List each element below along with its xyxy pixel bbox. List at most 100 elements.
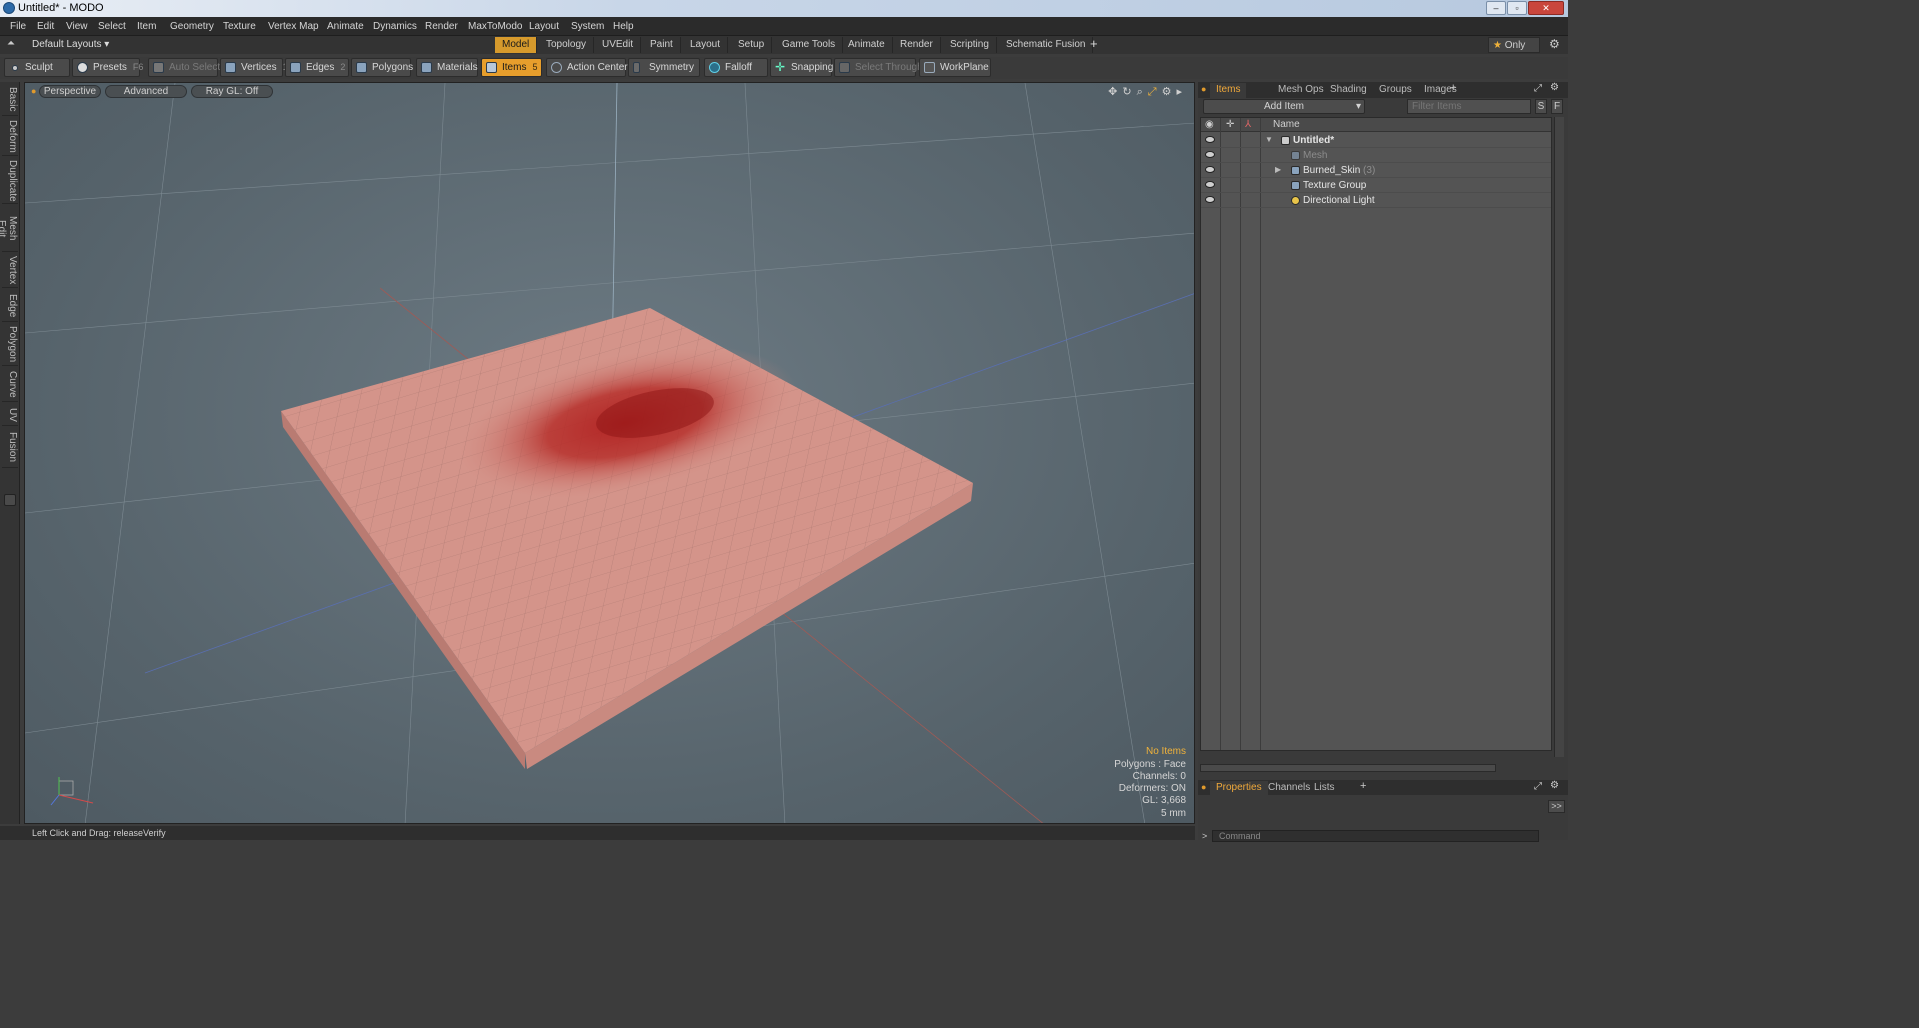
items-button[interactable]: Items 5 (481, 58, 542, 77)
vertices-button[interactable]: Vertices1 (220, 58, 288, 77)
sculpt-button[interactable]: Sculpt (4, 58, 70, 77)
snapping-button[interactable]: ✛ Snapping (770, 58, 833, 77)
menu-texture[interactable]: Texture (223, 21, 256, 32)
menu-animate[interactable]: Animate (327, 21, 364, 32)
tab-mesh-ops[interactable]: Mesh Ops (1272, 83, 1330, 98)
tab-model[interactable]: Model (495, 37, 538, 53)
raygl-button[interactable]: Ray GL: Off (191, 85, 273, 98)
tab-uv[interactable]: UV (2, 404, 18, 426)
select-through-button[interactable]: Select Through (834, 58, 923, 77)
visibility-column-icon[interactable]: ◉ (1205, 119, 1214, 130)
menu-render[interactable]: Render (425, 21, 458, 32)
layouts-dropdown[interactable]: Default Layouts ▾ (32, 39, 109, 50)
tab-schematic-fusion[interactable]: Schematic Fusion (999, 37, 1094, 53)
tree-row-burned-skin[interactable]: ▶ Burned_Skin (3) (1201, 163, 1551, 178)
arrow-right-icon[interactable]: ▸ (1176, 86, 1182, 98)
item-tree-scrollbar[interactable] (1554, 117, 1564, 757)
workplane-button[interactable]: WorkPlane (919, 58, 991, 77)
close-button[interactable]: ✕ (1528, 1, 1564, 15)
expand-arrow-icon[interactable]: ▼ (1265, 135, 1273, 144)
menu-file[interactable]: File (10, 21, 26, 32)
rotate-view-icon[interactable]: ↻ (1122, 86, 1131, 98)
action-center-button[interactable]: Action Center (546, 58, 628, 77)
tab-edge[interactable]: Edge (2, 290, 18, 322)
menu-view[interactable]: View (66, 21, 88, 32)
advanced-button[interactable]: Advanced (105, 85, 187, 98)
tab-render[interactable]: Render (893, 37, 941, 53)
symmetry-button[interactable]: Symmetry (628, 58, 700, 77)
tab-paint[interactable]: Paint (643, 37, 681, 53)
panel-gear-icon[interactable]: ⚙ (1550, 82, 1559, 93)
tab-lists[interactable]: Lists (1308, 781, 1341, 796)
gear-icon[interactable]: ⚙ (1549, 37, 1560, 51)
move-view-icon[interactable]: ✥ (1108, 86, 1117, 98)
auto-select-button[interactable]: Auto Select (148, 58, 220, 77)
perspective-button[interactable]: Perspective (39, 85, 101, 98)
eye-icon[interactable] (1205, 136, 1215, 143)
eye-icon[interactable] (1205, 181, 1215, 188)
tab-groups[interactable]: Groups (1373, 83, 1418, 98)
add-layout-icon[interactable]: + (1090, 36, 1098, 51)
lock-column-icon[interactable]: ✛ (1226, 119, 1234, 130)
menu-maxtomodo[interactable]: MaxToModo (468, 21, 522, 32)
tab-properties[interactable]: Properties (1210, 781, 1268, 796)
tree-row-texture-group[interactable]: Texture Group (1201, 178, 1551, 193)
tab-deform[interactable]: Deform (2, 118, 18, 156)
expand-icon[interactable]: ⤢ (1534, 83, 1542, 94)
menu-select[interactable]: Select (98, 21, 126, 32)
tab-uvedit[interactable]: UVEdit (595, 37, 642, 53)
presets-button[interactable]: Presets F6 (72, 58, 143, 77)
tab-mesh-edit[interactable]: Mesh Edit (0, 206, 18, 252)
f-button[interactable]: F (1551, 99, 1563, 114)
materials-button[interactable]: Materials (416, 58, 478, 77)
add-properties-tab-icon[interactable]: + (1360, 780, 1366, 792)
tab-vertex[interactable]: Vertex (2, 254, 18, 288)
filter-items-input[interactable] (1407, 99, 1531, 114)
tab-shading[interactable]: Shading (1324, 83, 1373, 98)
settings-icon[interactable]: ⚙ (1162, 86, 1172, 98)
maximize-view-icon[interactable]: ⤢ (1148, 86, 1157, 98)
eye-icon[interactable] (1205, 196, 1215, 203)
tree-row-directional-light[interactable]: Directional Light (1201, 193, 1551, 208)
maximize-button[interactable]: ▫ (1507, 1, 1527, 15)
tab-layout[interactable]: Layout (683, 37, 729, 53)
add-item-dropdown[interactable]: Add Item ▾ (1203, 99, 1365, 114)
minimize-button[interactable]: – (1486, 1, 1506, 15)
menu-dynamics[interactable]: Dynamics (373, 21, 417, 32)
tab-setup[interactable]: Setup (731, 37, 773, 53)
viewport-menu-icon[interactable]: ● (31, 86, 36, 96)
tab-duplicate[interactable]: Duplicate (2, 158, 18, 204)
menu-system[interactable]: System (571, 21, 604, 32)
menu-help[interactable]: Help (613, 21, 634, 32)
tab-polygon[interactable]: Polygon (2, 324, 18, 366)
eye-icon[interactable] (1205, 151, 1215, 158)
tree-row-scene[interactable]: ▼ Untitled* (1201, 133, 1551, 148)
name-column-header[interactable]: Name (1273, 119, 1300, 130)
menu-geometry[interactable]: Geometry (170, 21, 214, 32)
properties-gear-icon[interactable]: ⚙ (1550, 780, 1559, 791)
tab-game-tools[interactable]: Game Tools (775, 37, 844, 53)
panel-toggle-button[interactable] (4, 494, 16, 506)
menu-layout[interactable]: Layout (529, 21, 559, 32)
properties-menu-icon[interactable]: ● (1201, 782, 1206, 792)
axis-column-icon[interactable]: ⅄ (1245, 119, 1251, 130)
zoom-icon[interactable]: ⌕ (1137, 86, 1143, 98)
tab-basic[interactable]: Basic (2, 84, 18, 116)
s-button[interactable]: S (1535, 99, 1547, 114)
falloff-button[interactable]: Falloff (704, 58, 768, 77)
polygons-button[interactable]: Polygons (351, 58, 413, 77)
menu-item[interactable]: Item (137, 21, 156, 32)
tree-row-mesh[interactable]: Mesh (1201, 148, 1551, 163)
tab-items[interactable]: Items (1210, 83, 1247, 98)
command-input[interactable]: Command (1212, 830, 1539, 842)
properties-expand-icon[interactable]: ⤢ (1534, 781, 1542, 792)
collapse-arrow-icon[interactable]: ▶ (1275, 165, 1281, 174)
expand-command-button[interactable]: >> (1548, 800, 1565, 813)
menu-vertex-map[interactable]: Vertex Map (268, 21, 319, 32)
tab-curve[interactable]: Curve (2, 368, 18, 402)
horizontal-scrollbar[interactable] (1200, 764, 1496, 772)
3d-viewport[interactable]: ● Perspective Advanced Ray GL: Off ✥ ↻ ⌕ ⤢ ⚙… (24, 82, 1195, 824)
panel-menu-icon[interactable]: ● (1201, 84, 1206, 94)
add-tab-icon[interactable]: + (1450, 82, 1456, 94)
only-toggle[interactable]: ★ Only (1488, 37, 1540, 53)
